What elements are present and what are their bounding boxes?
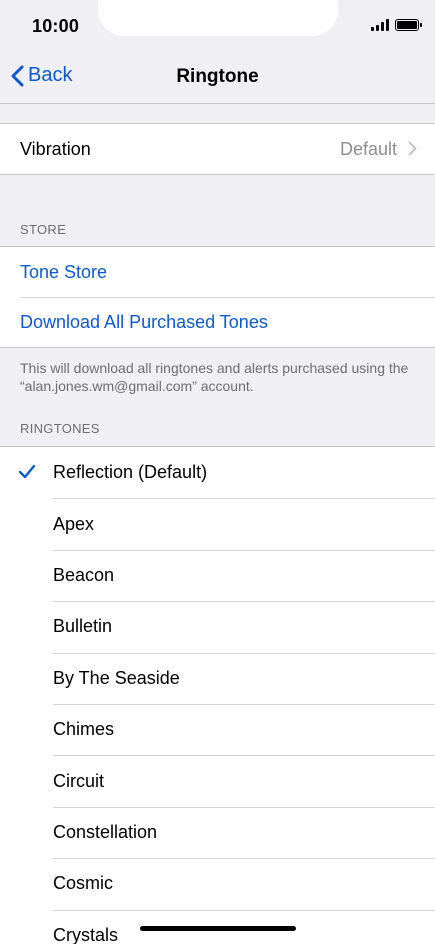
ringtone-label: Constellation [53,821,158,842]
vibration-group: Vibration Default [0,123,435,175]
ringtone-screen: 10:00 Back Ringtone Vibration Default ST [0,0,435,944]
ringtone-item-bulletin[interactable]: Bulletin [0,601,435,652]
status-time: 10:00 [32,16,80,36]
ringtone-label: Apex [53,513,95,534]
cellular-signal-icon [371,19,389,31]
ringtone-label: Crystals [53,924,119,944]
nav-divider [0,103,435,104]
ringtone-item-constellation[interactable]: Constellation [0,806,435,858]
ringtone-item-apex[interactable]: Apex [0,498,435,549]
ringtones-section-header: RINGTONES [20,421,100,436]
ringtone-item-chimes[interactable]: Chimes [0,703,435,755]
ringtone-label: Circuit [53,770,105,791]
download-all-purchased-tones-link[interactable]: Download All Purchased Tones [0,297,435,347]
vibration-label: Vibration [20,138,91,159]
status-bar: 10:00 [0,0,435,48]
home-indicator[interactable] [140,926,296,931]
chevron-right-icon [408,141,417,156]
tone-store-link[interactable]: Tone Store [0,247,435,297]
ringtone-item-beacon[interactable]: Beacon [0,549,435,601]
ringtone-item-reflection[interactable]: Reflection (Default) [0,447,435,498]
ringtone-item-cosmic[interactable]: Cosmic [0,858,435,909]
notch [98,0,338,36]
checkmark-icon [18,464,36,479]
store-group: Tone Store Download All Purchased Tones [0,246,435,348]
vibration-value: Default [339,138,397,159]
vibration-row[interactable]: Vibration Default [0,124,435,174]
ringtone-label: Cosmic [53,873,114,894]
ringtone-label: Bulletin [53,616,113,637]
ringtone-item-by-the-seaside[interactable]: By The Seaside [0,652,435,704]
ringtone-label: Reflection (Default) [53,462,208,483]
ringtones-list: Reflection (Default) Apex Beacon Bulleti… [0,446,435,944]
ringtone-label: Beacon [53,564,115,585]
status-icons [371,19,422,31]
page-title: Ringtone [176,66,259,87]
ringtone-label: Chimes [53,719,115,740]
navigation-bar: Back Ringtone [0,48,435,104]
store-section-footer: This will download all ringtones and ale… [20,360,409,394]
store-section-header: STORE [20,222,67,237]
ringtone-label: By The Seaside [53,667,180,688]
ringtone-item-circuit[interactable]: Circuit [0,755,435,806]
battery-icon [395,19,422,31]
